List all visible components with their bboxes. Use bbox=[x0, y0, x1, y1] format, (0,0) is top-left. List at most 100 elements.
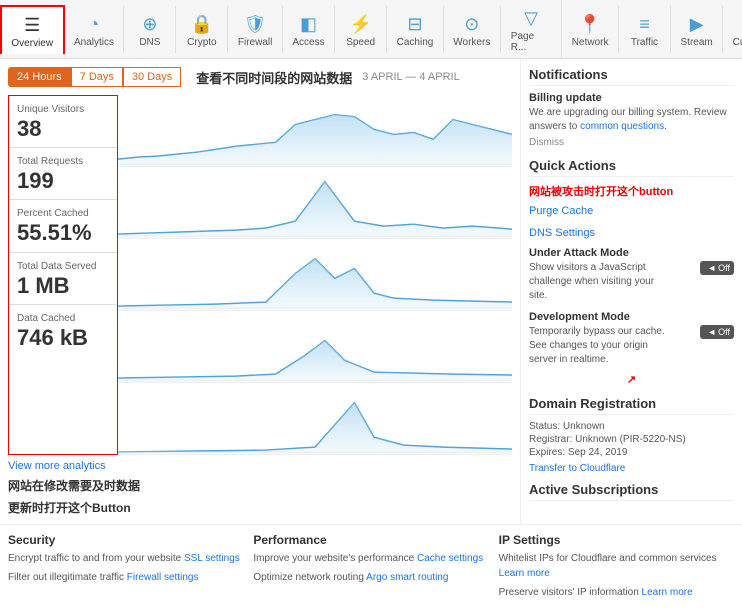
nav-item-workers[interactable]: ⊙ Workers bbox=[444, 6, 501, 53]
notifications-title: Notifications bbox=[529, 67, 734, 86]
nav-label-stream: Stream bbox=[681, 37, 713, 48]
billing-text: We are upgrading our billing system. Rev… bbox=[529, 106, 734, 134]
page-rules-icon: ▽ bbox=[524, 8, 538, 29]
ip-text2: Preserve visitors' IP information Learn … bbox=[499, 585, 734, 600]
nav-label-traffic: Traffic bbox=[631, 37, 658, 48]
stat-label-ds: Total Data Served bbox=[17, 261, 109, 272]
dev-mode-title: Development Mode bbox=[529, 311, 734, 323]
analytics-icon: ◔ bbox=[89, 14, 100, 35]
chinese-note-time: 查看不同时间段的网站数据 bbox=[196, 68, 352, 87]
stream-icon: ▶ bbox=[690, 14, 704, 35]
ip-learn-more-1[interactable]: Learn more bbox=[499, 568, 550, 579]
under-attack-text: Show visitors a JavaScript challenge whe… bbox=[529, 261, 669, 303]
stat-value-req: 199 bbox=[17, 169, 109, 193]
stat-value-pc: 55.51% bbox=[17, 221, 109, 245]
ip-learn-more-2[interactable]: Learn more bbox=[642, 587, 693, 598]
stat-label-req: Total Requests bbox=[17, 156, 109, 167]
stat-value-uv: 38 bbox=[17, 117, 109, 141]
overview-icon: ☰ bbox=[24, 15, 40, 36]
performance-text2: Optimize network routing Argo smart rout… bbox=[253, 570, 488, 585]
under-attack-toggle-label: Off bbox=[718, 263, 730, 273]
nav-label-speed: Speed bbox=[346, 37, 375, 48]
dns-icon: ⊕ bbox=[142, 14, 157, 35]
ip-text1: Whitelist IPs for Cloudflare and common … bbox=[499, 551, 734, 581]
stat-label-pc: Percent Cached bbox=[17, 208, 109, 219]
nav-item-traffic[interactable]: ≡ Traffic bbox=[619, 6, 671, 53]
toggle-arrow-left: ◄ bbox=[707, 263, 716, 273]
stat-value-dc: 746 kB bbox=[17, 326, 109, 350]
chinese-note-2-line1: 网站在修改需要及时数据 bbox=[8, 477, 512, 494]
argo-link[interactable]: Argo smart routing bbox=[366, 572, 448, 583]
cache-settings-link[interactable]: Cache settings bbox=[417, 553, 483, 564]
time-btn-30d[interactable]: 30 Days bbox=[123, 67, 181, 87]
charts-column bbox=[118, 95, 512, 455]
nav-item-analytics[interactable]: ◔ Analytics bbox=[65, 6, 125, 53]
nav-item-network[interactable]: 📍 Network bbox=[562, 6, 619, 53]
stat-data-served: Total Data Served 1 MB bbox=[9, 253, 117, 305]
chart-unique-visitors bbox=[118, 95, 512, 167]
quick-actions-title: Quick Actions bbox=[529, 158, 734, 177]
performance-section: Performance Improve your website's perfo… bbox=[253, 533, 488, 600]
nav-item-dns[interactable]: ⊕ DNS bbox=[124, 6, 176, 53]
nav-label-custom: Custom... bbox=[733, 37, 742, 48]
under-attack-row: Show visitors a JavaScript challenge whe… bbox=[529, 261, 734, 303]
performance-title: Performance bbox=[253, 533, 488, 547]
access-icon: ◧ bbox=[300, 14, 317, 35]
nav-item-access[interactable]: ◧ Access bbox=[283, 6, 335, 53]
nav-label-network: Network bbox=[572, 37, 609, 48]
active-subscriptions-section: Active Subscriptions bbox=[529, 482, 734, 501]
nav-item-stream[interactable]: ▶ Stream bbox=[671, 6, 723, 53]
nav-item-firewall[interactable]: 🛡 Firewall bbox=[228, 6, 282, 53]
nav-label-analytics: Analytics bbox=[74, 37, 114, 48]
stat-label-dc: Data Cached bbox=[17, 313, 109, 324]
nav-item-crypto[interactable]: 🔒 Crypto bbox=[176, 6, 228, 53]
nav-label-caching: Caching bbox=[397, 37, 434, 48]
top-navigation: ☰ Overview ◔ Analytics ⊕ DNS 🔒 Crypto 🛡 … bbox=[0, 0, 742, 59]
security-text2: Filter out illegitimate traffic Firewall… bbox=[8, 570, 243, 585]
dev-mode-toggle[interactable]: ◄ Off bbox=[700, 325, 734, 339]
time-filter-bar: 24 Hours 7 Days 30 Days 查看不同时间段的网站数据 3 A… bbox=[8, 67, 512, 87]
nav-label-workers: Workers bbox=[453, 37, 490, 48]
nav-item-custom[interactable]: ⚙ Custom... bbox=[723, 6, 742, 53]
firewall-settings-link[interactable]: Firewall settings bbox=[127, 572, 199, 583]
dismiss-button[interactable]: Dismiss bbox=[529, 137, 564, 148]
domain-reg-title: Domain Registration bbox=[529, 396, 734, 415]
nav-label-crypto: Crypto bbox=[187, 37, 216, 48]
common-questions-link[interactable]: common questions bbox=[580, 121, 664, 132]
security-text1: Encrypt traffic to and from your website… bbox=[8, 551, 243, 566]
under-attack-toggle[interactable]: ◄ Off bbox=[700, 261, 734, 275]
caching-icon: ⊟ bbox=[407, 14, 422, 35]
purge-cache-button[interactable]: Purge Cache bbox=[529, 205, 593, 217]
stat-total-requests: Total Requests 199 bbox=[9, 148, 117, 200]
dev-mode-toggle-label: Off bbox=[718, 327, 730, 337]
nav-item-page-rules[interactable]: ▽ Page R... bbox=[501, 0, 563, 58]
firewall-icon: 🛡 bbox=[244, 14, 267, 35]
stat-unique-visitors: Unique Visitors 38 bbox=[9, 96, 117, 148]
transfer-cloudflare-link[interactable]: Transfer to Cloudflare bbox=[529, 463, 625, 474]
stat-data-cached: Data Cached 746 kB bbox=[9, 305, 117, 356]
ssl-settings-link[interactable]: SSL settings bbox=[184, 553, 240, 564]
workers-icon: ⊙ bbox=[464, 14, 479, 35]
chart-total-requests bbox=[118, 167, 512, 239]
nav-label-dns: DNS bbox=[139, 37, 160, 48]
notifications-block: Billing update We are upgrading our bill… bbox=[529, 92, 734, 148]
billing-title: Billing update bbox=[529, 92, 734, 104]
nav-item-caching[interactable]: ⊟ Caching bbox=[387, 6, 444, 53]
stats-charts-container: Unique Visitors 38 Total Requests 199 Pe… bbox=[8, 95, 512, 455]
time-btn-7d[interactable]: 7 Days bbox=[71, 67, 123, 87]
toggle-arrow-left-2: ◄ bbox=[707, 327, 716, 337]
crypto-icon: 🔒 bbox=[191, 14, 213, 35]
chinese-note-attack: 网站被攻击时打开这个button bbox=[529, 183, 734, 199]
dns-settings-link[interactable]: DNS Settings bbox=[529, 227, 595, 239]
ip-settings-section: IP Settings Whitelist IPs for Cloudflare… bbox=[499, 533, 734, 600]
nav-label-access: Access bbox=[292, 37, 324, 48]
chart-data-served bbox=[118, 311, 512, 383]
nav-item-speed[interactable]: ⚡ Speed bbox=[335, 6, 387, 53]
view-more-analytics[interactable]: View more analytics bbox=[8, 460, 106, 472]
stats-column: Unique Visitors 38 Total Requests 199 Pe… bbox=[8, 95, 118, 455]
date-range: 3 APRIL — 4 APRIL bbox=[362, 71, 459, 83]
security-title: Security bbox=[8, 533, 243, 547]
nav-item-overview[interactable]: ☰ Overview bbox=[0, 5, 65, 54]
time-btn-24h[interactable]: 24 Hours bbox=[8, 67, 71, 87]
speed-icon: ⚡ bbox=[349, 14, 371, 35]
